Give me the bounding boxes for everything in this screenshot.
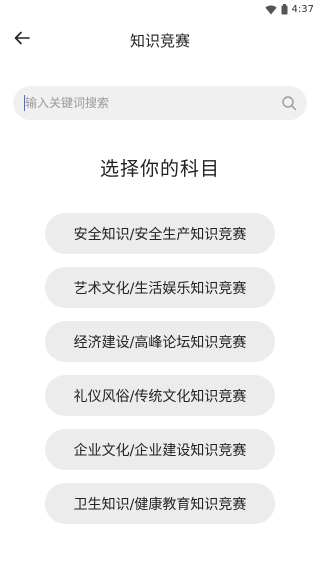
wifi-icon [264,0,277,19]
battery-icon [281,0,288,19]
subject-button[interactable]: 安全知识/安全生产知识竞赛 [45,213,275,254]
subject-button[interactable]: 礼仪风俗/传统文化知识竞赛 [45,375,275,416]
search-icon[interactable] [281,95,297,111]
status-time: 4:37 [291,3,314,15]
text-caret [24,95,25,111]
section-title: 选择你的科目 [99,158,220,180]
search-input[interactable] [25,86,275,120]
subject-button[interactable]: 卫生知识/健康教育知识竞赛 [45,483,275,524]
subject-button[interactable]: 经济建设/高峰论坛知识竞赛 [45,321,275,362]
subject-button[interactable]: 艺术文化/生活娱乐知识竞赛 [45,267,275,308]
search-box[interactable] [13,86,307,120]
page-title: 知识竞赛 [129,32,190,50]
status-bar: 4:37 [0,0,320,18]
subject-button[interactable]: 企业文化/企业建设知识竞赛 [45,429,275,470]
status-icons: 4:37 [264,0,314,19]
app-bar: 知识竞赛 [0,22,320,58]
